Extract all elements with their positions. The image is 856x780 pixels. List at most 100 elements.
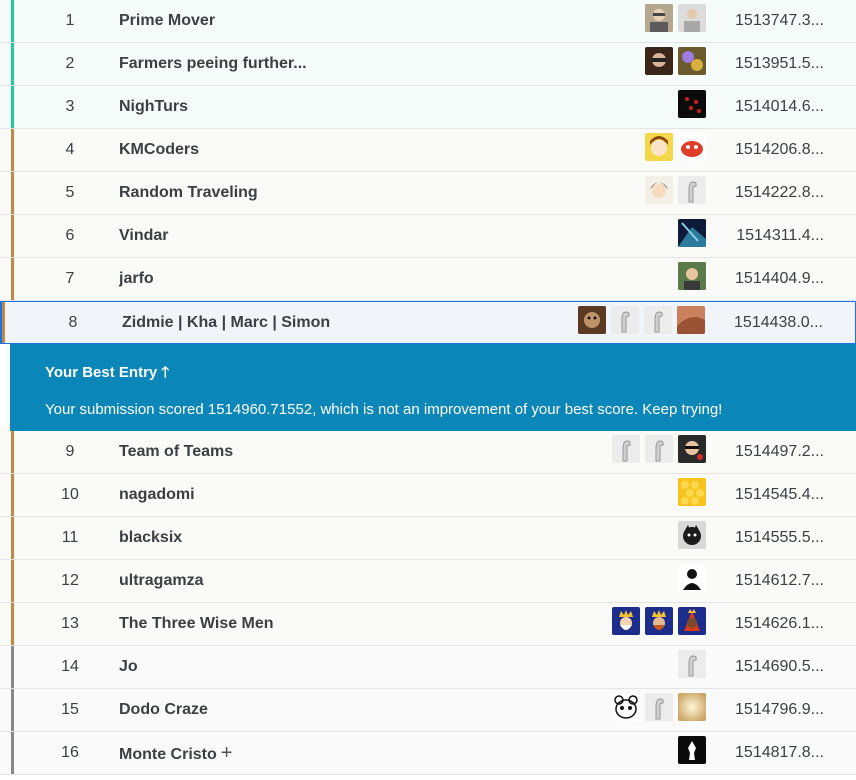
team-name[interactable]: Prime Mover [119,12,549,30]
avatar[interactable] [645,435,673,463]
avatar[interactable] [678,4,706,32]
leaderboard-row[interactable]: 9 Team of Teams 1514497.2... [0,431,856,474]
team-name[interactable]: Jo [119,658,549,676]
team-name[interactable]: blacksix [119,529,549,547]
score-value: 1514796.9... [735,701,824,718]
score-value: 1514626.1... [735,615,824,632]
team-name[interactable]: nagadomi [119,486,549,504]
avatar[interactable] [645,607,673,635]
rank-number: 16 [61,744,79,761]
score-value: 1513951.5... [735,55,824,72]
score-value: 1514545.4... [735,486,824,503]
team-name[interactable]: Farmers peeing further... [119,55,549,73]
leaderboard: 1 Prime Mover 1513747.3... 2 Farmers pee… [0,0,856,775]
team-name[interactable]: ultragamza [119,572,549,590]
leaderboard-row[interactable]: 16 Monte Cristo + 1514817.8... [0,732,856,775]
avatar[interactable] [678,650,706,678]
team-avatars [612,693,706,721]
leaderboard-row[interactable]: 11 blacksix 1514555.5... [0,517,856,560]
leaderboard-row[interactable]: 5 Random Traveling 1514222.8... [0,172,856,215]
score-value: 1514222.8... [735,184,824,201]
team-avatars [645,176,706,204]
rank-bar [11,172,14,214]
leaderboard-row[interactable]: 7 jarfo 1514404.9... [0,258,856,301]
rank-bar [11,732,14,774]
avatar[interactable] [612,607,640,635]
rank-bar [11,646,14,688]
team-name[interactable]: Team of Teams [119,443,549,461]
leaderboard-row[interactable]: 3 NighTurs 1514014.6... [0,86,856,129]
team-name[interactable]: The Three Wise Men [119,615,549,633]
avatar[interactable] [678,435,706,463]
team-avatars [612,607,706,635]
leaderboard-row[interactable]: 2 Farmers peeing further... 1513951.5... [0,43,856,86]
avatar[interactable] [644,306,672,334]
team-name[interactable]: Zidmie | Kha | Marc | Simon [122,314,552,332]
team-name[interactable]: NighTurs [119,98,549,116]
avatar[interactable] [645,693,673,721]
leaderboard-row[interactable]: 6 Vindar 1514311.4... [0,215,856,258]
avatar[interactable] [678,133,706,161]
leaderboard-row[interactable]: 14 Jo 1514690.5... [0,646,856,689]
avatar[interactable] [678,47,706,75]
team-avatars [678,650,706,678]
avatar[interactable] [578,306,606,334]
avatar[interactable] [678,478,706,506]
avatar[interactable] [645,176,673,204]
avatar[interactable] [678,736,706,764]
team-name[interactable]: Dodo Craze [119,701,549,719]
rank-bar [11,431,14,473]
team-name[interactable]: jarfo [119,270,549,288]
leaderboard-row[interactable]: 12 ultragamza 1514612.7... [0,560,856,603]
rank-bar [11,474,14,516]
rank-bar [11,258,14,300]
team-name[interactable]: Vindar [119,227,549,245]
avatar[interactable] [611,306,639,334]
team-name[interactable]: KMCoders [119,141,549,159]
avatar[interactable] [612,435,640,463]
avatar[interactable] [645,4,673,32]
score-value: 1514555.5... [735,529,824,546]
rank-bar [11,86,14,128]
best-entry-title: Your Best Entry 🡑 [45,364,170,381]
team-avatars [678,478,706,506]
best-entry-message: Your submission scored 1514960.71552, wh… [45,401,723,418]
team-avatars [678,262,706,290]
avatar[interactable] [678,90,706,118]
avatar[interactable] [678,521,706,549]
avatar[interactable] [645,133,673,161]
leaderboard-row[interactable]: 4 KMCoders 1514206.8... [0,129,856,172]
team-name[interactable]: Monte Cristo + [119,742,549,765]
avatar[interactable] [678,176,706,204]
avatar[interactable] [678,564,706,592]
rank-bar [11,560,14,602]
leaderboard-row[interactable]: 10 nagadomi 1514545.4... [0,474,856,517]
rank-bar [11,0,14,42]
score-value: 1514206.8... [735,141,824,158]
team-avatars [678,521,706,549]
avatar[interactable] [678,693,706,721]
avatar[interactable] [678,607,706,635]
avatar[interactable] [612,693,640,721]
avatar[interactable] [678,219,706,247]
rank-number: 15 [61,701,79,718]
rank-number: 9 [65,443,75,460]
rank-number: 7 [65,270,75,287]
team-avatars [612,435,706,463]
team-avatars [645,4,706,32]
rank-number: 8 [68,313,78,331]
team-name[interactable]: Random Traveling [119,184,549,202]
avatar[interactable] [678,262,706,290]
leaderboard-row[interactable]: 13 The Three Wise Men 1514626.1... [0,603,856,646]
leaderboard-row[interactable]: 15 Dodo Craze 1514796.9... [0,689,856,732]
avatar[interactable] [677,306,705,334]
team-avatars [645,133,706,161]
leaderboard-row-current[interactable]: 8 Zidmie | Kha | Marc | Simon 1514438.0.… [0,301,856,344]
leaderboard-row[interactable]: 1 Prime Mover 1513747.3... [0,0,856,43]
rank-number: 10 [61,486,79,503]
avatar[interactable] [645,47,673,75]
team-avatars [578,306,705,334]
rank-number: 13 [61,615,79,632]
score-value: 1514690.5... [735,658,824,675]
plus-icon[interactable]: + [221,742,233,764]
